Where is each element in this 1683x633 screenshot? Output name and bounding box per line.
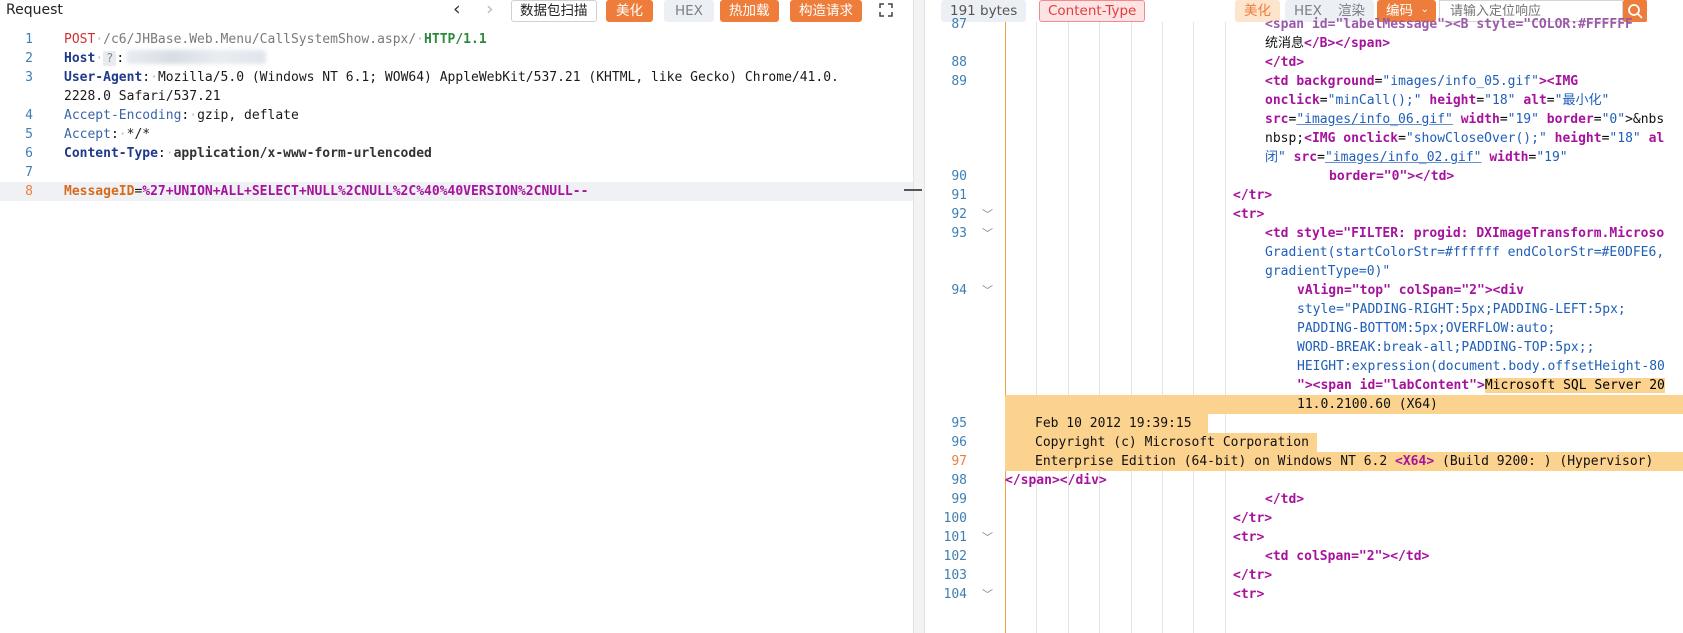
back-arrow-icon[interactable]: ‹ [453,0,461,19]
code-line: 6 Content-Type:·application/x-www-form-u… [25,146,432,161]
code-line: 87 <span id="labelMessage"><B style="COL… [951,17,1633,32]
code-line: 104 ﹀ <tr> [943,585,1265,604]
code-line: 94 ﹀ vAlign="top" colSpan="2"><div [951,281,1524,300]
code-line: 101 ﹀ <tr> [943,528,1265,547]
code-line: 3 User-Agent:·Mozilla/5.0 (Windows NT 6.… [25,70,839,85]
response-pane: 191 bytes Content-Type 美化 HEX 渲染 编码⌄ 87 … [925,0,1683,633]
hot-load-button[interactable]: 热加载 [720,0,779,22]
hex-button[interactable]: HEX [664,0,714,22]
code-line-wrap: Gradient(startColorStr=#ffffff endColorS… [1265,245,1665,260]
selection-highlight: Microsoft SQL Server 20 [1484,378,1665,393]
packet-scan-button[interactable]: 数据包扫描 [511,0,597,22]
construct-request-button[interactable]: 构造请求 [790,0,862,22]
code-line: 1 POST·/c6/JHBase.Web.Menu/CallSystemSho… [25,32,487,47]
fold-chevron-icon[interactable]: ﹀ [982,205,993,224]
code-line-wrap: HEIGHT:expression(document.body.offsetHe… [1297,359,1665,374]
fullscreen-icon[interactable] [878,2,894,18]
code-line-wrap: src="images/info_06.gif" width="19" bord… [1265,112,1665,127]
code-line: 102 <td colSpan="2"></td> [943,549,1430,564]
pane-splitter[interactable] [904,0,925,633]
code-line-wrap: style="PADDING-RIGHT:5px;PADDING-LEFT:5p… [1297,302,1626,317]
hidden-value-badge: ? [103,51,117,66]
code-line-active: 8 MessageID=%27+UNION+ALL+SELECT+NULL%2C… [0,182,913,201]
forward-arrow-icon[interactable]: › [486,0,494,19]
code-line: 2 Host·?: [0,49,913,68]
beautify-button[interactable]: 美化 [606,0,653,22]
code-line: 103 </tr> [943,568,1273,583]
code-line: 96 Copyright (c) Microsoft Corporation [925,433,1683,452]
redacted-host [126,50,267,64]
fold-chevron-icon[interactable]: ﹀ [982,528,993,547]
fold-chevron-icon[interactable]: ﹀ [982,585,993,604]
code-line-wrap: gradientType=0)" [1265,264,1391,279]
code-line-wrap: "><span id="labContent">Microsoft SQL Se… [1297,378,1665,393]
code-line: 100 </tr> [943,511,1273,526]
code-line: 99 </td> [951,492,1305,507]
response-editor[interactable]: 87 <span id="labelMessage"><B style="COL… [925,17,1683,633]
code-line: 89 <td background="images/info_05.gif"><… [951,74,1579,89]
code-line-wrap: 统消息</B></span> [1265,36,1391,51]
request-editor[interactable]: 1 POST·/c6/JHBase.Web.Menu/CallSystemSho… [0,30,913,633]
fold-chevron-icon[interactable]: ﹀ [982,224,993,243]
code-line: 95 Feb 10 2012 19:39:15 [925,414,1683,433]
request-title: Request [6,2,63,18]
code-line-wrap: nbsp;<IMG onclick="showCloseOver();" hei… [1265,131,1665,146]
selected-text-row: 97 Enterprise Edition (64-bit) on Window… [925,452,1683,471]
code-line: 91 </tr> [951,188,1273,203]
code-line: 90 border="0"></td> [951,169,1455,184]
code-line-wrap: WORD-BREAK:break-all;PADDING-TOP:5px;; [1297,340,1595,355]
code-line: 4 Accept-Encoding:·gzip, deflate [25,108,299,123]
selected-text-row: 11.0.2100.60 (X64) [1005,395,1683,414]
fold-chevron-icon[interactable]: ﹀ [982,281,993,300]
code-line: 93 ﹀ <td style="FILTER: progid: DXImageT… [951,224,1665,243]
request-pane: Request ‹ › 数据包扫描 美化 HEX 热加载 构造请求 1 POST… [0,0,913,633]
code-line: 92 ﹀ <tr> [951,205,1265,224]
code-line-wrap: PADDING-BOTTOM:5px;OVERFLOW:auto; [1297,321,1556,336]
code-line-wrap: onclick="minCall();" height="18" alt="最小… [1265,93,1610,108]
code-line: 5 Accept:·*/* [25,127,151,142]
request-toolbar: Request ‹ › 数据包扫描 美化 HEX 热加载 构造请求 [0,0,913,22]
code-line: 98 </span></div> [951,473,1107,488]
code-line: 7 [25,165,33,180]
code-line-wrap: 闭" src="images/info_02.gif" width="19" [1265,150,1568,165]
code-line-wrap: 2228.0 Safari/537.21 [64,89,221,104]
code-line: 88 </td> [951,55,1305,70]
